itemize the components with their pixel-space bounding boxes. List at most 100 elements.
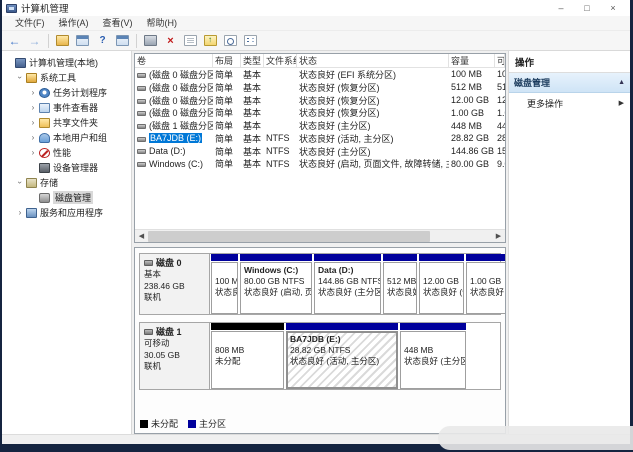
primary-partition-bar: [400, 323, 466, 330]
table-row[interactable]: Windows (C:) 简单 基本 NTFS 状态良好 (启动, 页面文件, …: [135, 158, 505, 171]
partition-recovery-512mb[interactable]: 512 MB状态良好: [383, 254, 417, 314]
volume-icon: [137, 137, 146, 142]
sidebar-item-task-scheduler[interactable]: › 任务计划程序: [2, 85, 131, 100]
col-status[interactable]: 状态: [297, 54, 449, 67]
partition-ba7jdb-e-selected[interactable]: BA7JDB (E:)28.82 GB NTFS状态良好 (活动, 主分区): [286, 323, 398, 389]
volume-icon: [137, 86, 146, 91]
forward-icon[interactable]: →: [26, 33, 43, 49]
delete-icon[interactable]: ×: [162, 33, 179, 49]
col-capacity[interactable]: 容量: [449, 54, 495, 67]
table-row[interactable]: (磁盘 0 磁盘分区 1) 简单 基本 状态良好 (EFI 系统分区) 100 …: [135, 68, 505, 81]
partition-data-d[interactable]: Data (D:)144.86 GB NTFS状态良好 (主分区): [314, 254, 381, 314]
actions-panel: 操作 磁盘管理 ▲ 更多操作 ▶: [508, 51, 630, 434]
menu-action[interactable]: 操作(A): [52, 16, 96, 30]
maximize-button[interactable]: □: [574, 1, 600, 15]
watermark-blob: [438, 426, 633, 450]
disk-1-header[interactable]: 磁盘 1 可移动 30.05 GB 联机: [140, 323, 210, 389]
center-panes: 卷 布局 类型 文件系统 状态 容量 可 (磁盘 0 磁盘分区 1) 简单 基本…: [132, 51, 508, 434]
sidebar-item-event-viewer[interactable]: › 事件查看器: [2, 100, 131, 115]
collapse-icon[interactable]: ▲: [618, 79, 625, 86]
list-view-icon[interactable]: [242, 33, 259, 49]
chevron-closed-icon[interactable]: ›: [16, 208, 24, 217]
col-volume[interactable]: 卷: [135, 54, 213, 67]
minimize-button[interactable]: –: [548, 1, 574, 15]
partition-recovery-1gb[interactable]: 1.00 GB状态良好: [466, 254, 506, 314]
refresh-disk-icon[interactable]: [202, 33, 219, 49]
volume-table: 卷 布局 类型 文件系统 状态 容量 可 (磁盘 0 磁盘分区 1) 简单 基本…: [135, 54, 505, 229]
col-layout[interactable]: 布局: [213, 54, 241, 67]
partition-recovery-12gb[interactable]: 12.00 GB状态良好 (恢复分区): [419, 254, 464, 314]
disk-0-partitions: 100 MB状态良好 Windows (C:)80.00 GB NTFS状态良好…: [210, 254, 500, 314]
sidebar-item-storage[interactable]: › 存储: [2, 175, 131, 190]
menu-help[interactable]: 帮助(H): [140, 16, 185, 30]
menu-view[interactable]: 查看(V): [96, 16, 140, 30]
chevron-closed-icon[interactable]: ›: [29, 103, 37, 112]
console-tree: 计算机管理(本地) › 系统工具 › 任务计划程序 › 事件查看器 › 共享文件…: [2, 51, 132, 434]
menu-file[interactable]: 文件(F): [8, 16, 52, 30]
primary-partition-swatch: [188, 420, 196, 428]
title-bar[interactable]: 计算机管理 – □ ×: [2, 0, 630, 16]
primary-partition-bar: [240, 254, 312, 261]
primary-partition-bar: [419, 254, 464, 261]
chevron-closed-icon[interactable]: ›: [29, 88, 37, 97]
action-tool-icon[interactable]: [142, 33, 159, 49]
partition-448mb[interactable]: 448 MB状态良好 (主分区): [400, 323, 466, 389]
console-window-icon[interactable]: [74, 33, 91, 49]
sidebar-item-services-applications[interactable]: › 服务和应用程序: [2, 205, 131, 220]
table-row-selected[interactable]: BA7JDB (E:) 简单 基本 NTFS 状态良好 (活动, 主分区) 28…: [135, 132, 505, 145]
properties-doc-icon[interactable]: [182, 33, 199, 49]
disk-icon: [144, 329, 153, 335]
rescan-icon[interactable]: [222, 33, 239, 49]
partition-efi[interactable]: 100 MB状态良好: [211, 254, 238, 314]
unallocated-bar: [211, 323, 284, 330]
scroll-right-icon[interactable]: ▶: [492, 230, 505, 243]
sidebar-item-device-manager[interactable]: 设备管理器: [2, 160, 131, 175]
sidebar-item-shared-folders[interactable]: › 共享文件夹: [2, 115, 131, 130]
horizontal-scrollbar[interactable]: ◀ ▶: [135, 229, 505, 242]
main-content: 计算机管理(本地) › 系统工具 › 任务计划程序 › 事件查看器 › 共享文件…: [2, 51, 630, 434]
sidebar-item-disk-management[interactable]: 磁盘管理: [2, 190, 131, 205]
chevron-closed-icon[interactable]: ›: [29, 118, 37, 127]
more-actions-item[interactable]: 更多操作 ▶: [509, 93, 630, 113]
table-row[interactable]: (磁盘 0 磁盘分区 6) 简单 基本 状态良好 (恢复分区) 12.00 GB…: [135, 94, 505, 107]
volume-icon: [137, 111, 146, 116]
disk-1-partitions: 808 MB未分配 BA7JDB (E:)28.82 GB NTFS状态良好 (…: [210, 323, 500, 389]
sidebar-item-performance[interactable]: › 性能: [2, 145, 131, 160]
sidebar-item-system-tools[interactable]: › 系统工具: [2, 70, 131, 85]
volume-list-pane: 卷 布局 类型 文件系统 状态 容量 可 (磁盘 0 磁盘分区 1) 简单 基本…: [134, 53, 506, 243]
help-icon[interactable]: ?: [94, 33, 111, 49]
show-console-tree-icon[interactable]: [54, 33, 71, 49]
properties-window-icon[interactable]: [114, 33, 131, 49]
table-row[interactable]: Data (D:) 简单 基本 NTFS 状态良好 (主分区) 144.86 G…: [135, 145, 505, 158]
table-row[interactable]: (磁盘 0 磁盘分区 7) 简单 基本 状态良好 (恢复分区) 1.00 GB …: [135, 106, 505, 119]
col-free[interactable]: 可: [495, 54, 505, 67]
table-row[interactable]: (磁盘 0 磁盘分区 5) 简单 基本 状态良好 (恢复分区) 512 MB 5…: [135, 81, 505, 94]
sidebar-item-computer-management[interactable]: 计算机管理(本地): [2, 55, 131, 70]
storage-icon: [26, 178, 37, 188]
scroll-left-icon[interactable]: ◀: [135, 230, 148, 243]
chevron-closed-icon[interactable]: ›: [29, 148, 37, 157]
window-title: 计算机管理: [21, 1, 69, 15]
scrollbar-thumb[interactable]: [148, 231, 430, 242]
col-filesystem[interactable]: 文件系统: [264, 54, 297, 67]
primary-partition-bar: [211, 254, 238, 261]
partition-windows-c[interactable]: Windows (C:)80.00 GB NTFS状态良好 (启动, 页面文件,…: [240, 254, 312, 314]
col-type[interactable]: 类型: [241, 54, 264, 67]
table-row[interactable]: (磁盘 1 磁盘分区 2) 简单 基本 状态良好 (主分区) 448 MB 44: [135, 119, 505, 132]
computer-icon: [15, 58, 26, 68]
primary-partition-bar: [383, 254, 417, 261]
sidebar-item-local-users-groups[interactable]: › 本地用户和组: [2, 130, 131, 145]
toolbar-separator: [136, 34, 137, 48]
disk-0-header[interactable]: 磁盘 0 基本 238.46 GB 联机: [140, 254, 210, 314]
disk-management-icon: [39, 193, 50, 203]
partition-unallocated[interactable]: 808 MB未分配: [211, 323, 284, 389]
disk-icon: [144, 260, 153, 266]
back-icon[interactable]: ←: [6, 33, 23, 49]
chevron-open-icon[interactable]: ›: [16, 179, 25, 187]
disk-management-section-header[interactable]: 磁盘管理 ▲: [509, 73, 630, 93]
chevron-open-icon[interactable]: ›: [16, 74, 25, 82]
actions-title: 操作: [509, 51, 630, 73]
chevron-closed-icon[interactable]: ›: [29, 133, 37, 142]
primary-partition-bar: [466, 254, 506, 261]
close-button[interactable]: ×: [600, 1, 626, 15]
